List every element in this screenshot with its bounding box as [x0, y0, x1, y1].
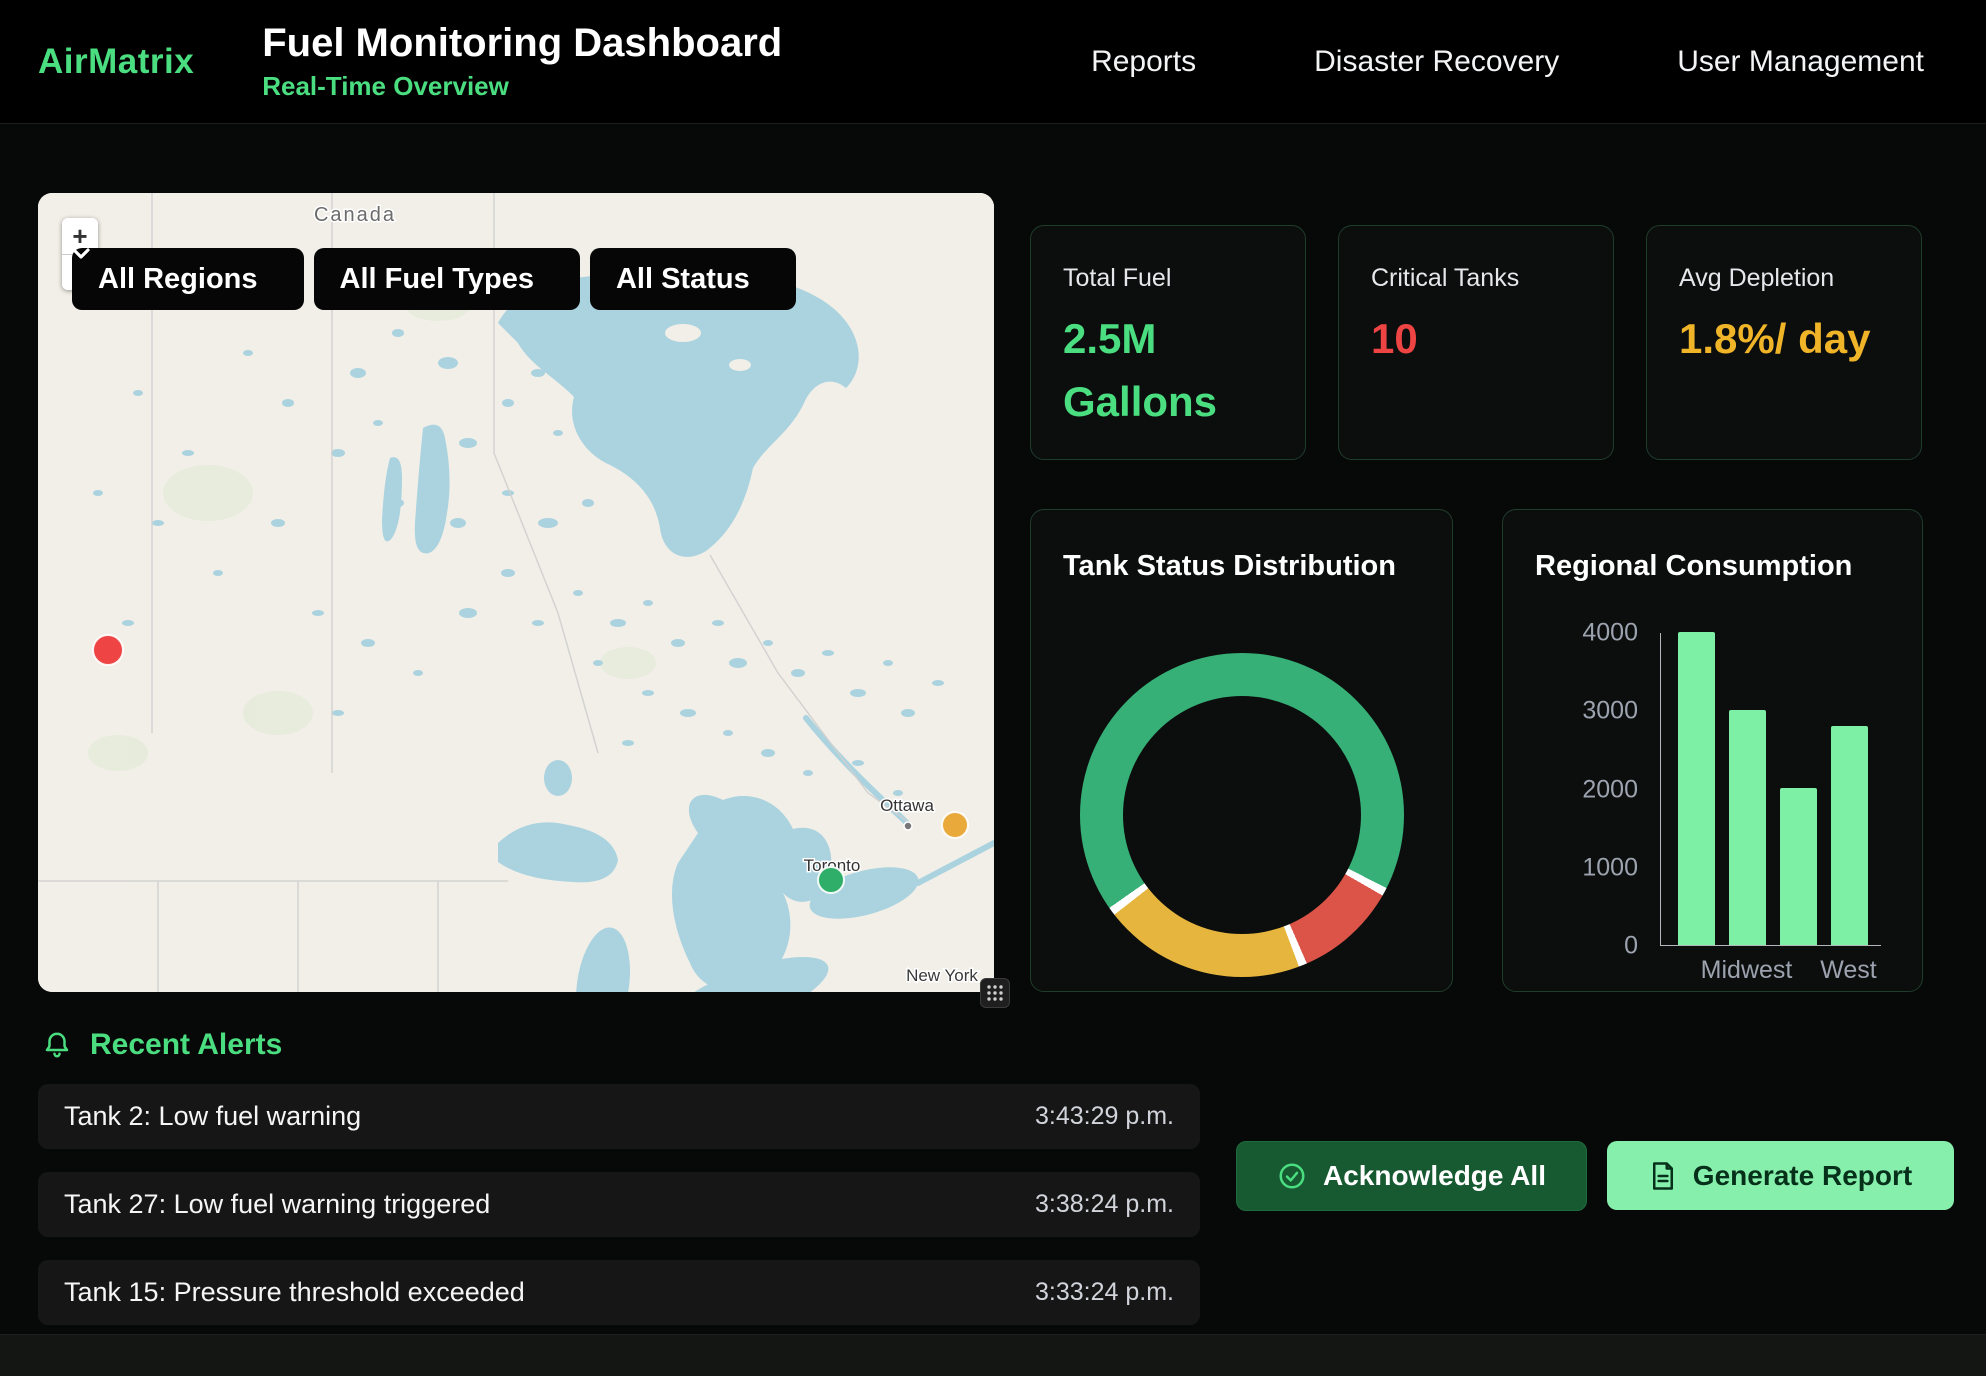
acknowledge-all-button[interactable]: Acknowledge All [1236, 1141, 1587, 1211]
bar-chart: 40003000200010000 MidwestWest [1503, 633, 1924, 993]
avg-depletion-card: Avg Depletion 1.8%/ day [1646, 225, 1922, 460]
region-filter-dropdown[interactable]: All Regions [72, 248, 304, 310]
y-tick-label: 1000 [1582, 854, 1638, 883]
donut-hole [1123, 696, 1361, 934]
nav-disaster-recovery[interactable]: Disaster Recovery [1314, 45, 1559, 79]
stat-cards: Total Fuel 2.5M Gallons Critical Tanks 1… [1030, 225, 1922, 460]
alert-text: Tank 15: Pressure threshold exceeded [64, 1277, 525, 1308]
bar [1831, 726, 1868, 945]
page-title: Fuel Monitoring Dashboard [262, 21, 782, 65]
map-label-country: Canada [314, 204, 396, 226]
fuel-type-filter-value: All Fuel Types [340, 263, 534, 296]
y-tick-label: 2000 [1582, 776, 1638, 805]
bottom-strip [0, 1334, 1986, 1376]
critical-tanks-value: 10 [1371, 307, 1585, 370]
nav-user-management[interactable]: User Management [1677, 45, 1924, 79]
region-filter-value: All Regions [98, 263, 258, 296]
bar-chart-title: Regional Consumption [1535, 550, 1922, 583]
fuel-monitoring-dashboard: AirMatrix Fuel Monitoring Dashboard Real… [0, 0, 1986, 1376]
fuel-type-filter-dropdown[interactable]: All Fuel Types [314, 248, 580, 310]
bar [1729, 710, 1766, 945]
bar-plot [1660, 633, 1881, 946]
map-panel[interactable]: Canada Ottawa Toronto New York + − All R… [38, 193, 994, 992]
y-tick-label: 4000 [1582, 619, 1638, 648]
alert-row: Tank 27: Low fuel warning triggered 3:38… [38, 1172, 1200, 1237]
tank-status-distribution-card: Tank Status Distribution [1030, 509, 1453, 992]
map-resize-handle[interactable] [980, 978, 1010, 1008]
total-fuel-card: Total Fuel 2.5M Gallons [1030, 225, 1306, 460]
page-subtitle: Real-Time Overview [262, 71, 782, 102]
bar-chart-y-axis: 40003000200010000 [1503, 633, 1638, 946]
alert-timestamp: 3:33:24 p.m. [1035, 1278, 1174, 1307]
bar [1780, 788, 1817, 945]
status-filter-dropdown[interactable]: All Status [590, 248, 796, 310]
alert-text: Tank 2: Low fuel warning [64, 1101, 361, 1132]
generate-report-button[interactable]: Generate Report [1607, 1141, 1954, 1210]
status-filter-value: All Status [616, 263, 750, 296]
map-label-new-york: New York [906, 966, 978, 985]
bell-icon [42, 1030, 72, 1060]
warning-tank-marker[interactable] [942, 812, 968, 838]
alert-timestamp: 3:43:29 p.m. [1035, 1102, 1174, 1131]
bar [1678, 632, 1715, 945]
stat-label: Avg Depletion [1679, 264, 1893, 293]
generate-report-label: Generate Report [1693, 1160, 1912, 1192]
regional-consumption-card: Regional Consumption 4000 3000 2000 1000 0 M… [1502, 509, 1923, 992]
nav-reports[interactable]: Reports [1091, 45, 1196, 79]
acknowledge-all-label: Acknowledge All [1323, 1160, 1546, 1192]
alert-timestamp: 3:38:24 p.m. [1035, 1190, 1174, 1219]
city-dot-icon [904, 822, 912, 830]
document-icon [1649, 1161, 1677, 1191]
check-circle-icon [1277, 1161, 1307, 1191]
x-tick-label: West [1820, 956, 1877, 985]
bar-chart-x-axis: MidwestWest [1660, 956, 1898, 986]
title-block: Fuel Monitoring Dashboard Real-Time Over… [262, 21, 782, 102]
y-tick-label: 3000 [1582, 697, 1638, 726]
stat-label: Critical Tanks [1371, 264, 1585, 293]
normal-tank-marker[interactable] [818, 867, 844, 893]
brand-logo[interactable]: AirMatrix [38, 42, 194, 82]
grip-dots-icon [985, 983, 1005, 1003]
alert-text: Tank 27: Low fuel warning triggered [64, 1189, 490, 1220]
y-tick-label: 0 [1624, 932, 1638, 961]
main-nav: Reports Disaster Recovery User Managemen… [1091, 45, 1986, 79]
recent-alerts-title: Recent Alerts [90, 1028, 282, 1062]
donut-chart [1080, 653, 1404, 977]
stat-label: Total Fuel [1063, 264, 1277, 293]
avg-depletion-value: 1.8%/ day [1679, 307, 1893, 370]
map-filter-bar: All Regions All Fuel Types All Status [72, 248, 796, 310]
donut-chart-title: Tank Status Distribution [1063, 550, 1452, 583]
critical-tank-marker[interactable] [93, 635, 123, 665]
critical-tanks-card: Critical Tanks 10 [1338, 225, 1614, 460]
alert-row: Tank 15: Pressure threshold exceeded 3:3… [38, 1260, 1200, 1325]
map-canvas: Canada Ottawa Toronto New York [38, 193, 994, 992]
map-label-ottawa: Ottawa [880, 796, 934, 815]
recent-alerts-header: Recent Alerts [42, 1028, 282, 1062]
total-fuel-value: 2.5M Gallons [1063, 307, 1277, 433]
header: AirMatrix Fuel Monitoring Dashboard Real… [0, 0, 1986, 124]
alert-row: Tank 2: Low fuel warning 3:43:29 p.m. [38, 1084, 1200, 1149]
